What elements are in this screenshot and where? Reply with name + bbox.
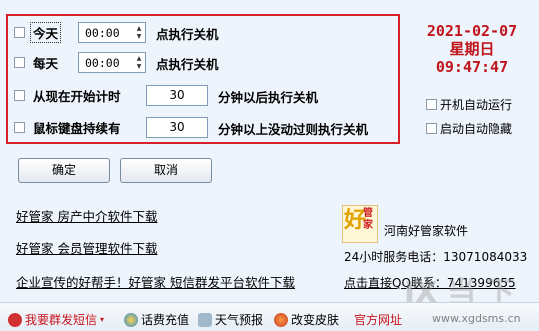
realestate-link[interactable]: 好管家 房产中介软件下载 (16, 206, 157, 225)
row-daily: 每天 (14, 51, 58, 73)
clock-date: 2021-02-07 (426, 22, 518, 40)
change-skin-button[interactable]: 改变皮肤 (274, 311, 339, 328)
dropdown-caret-icon: ▾ (100, 315, 105, 324)
ok-button[interactable]: 确定 (18, 158, 110, 183)
cancel-button[interactable]: 取消 (120, 158, 212, 183)
today-after-label: 点执行关机 (156, 27, 219, 42)
idle-minutes-input[interactable]: 30 (146, 117, 208, 138)
daily-time-value: 00:00 (85, 55, 120, 70)
weather-button[interactable]: 天气预报 (198, 311, 263, 328)
skin-icon (274, 312, 288, 327)
recharge-button[interactable]: 话费充值 (124, 311, 189, 328)
clock-time: 09:47:47 (435, 58, 509, 76)
autostart-option[interactable]: 开机自动运行 (426, 96, 512, 113)
daily-time-spinner[interactable]: 00:00 ▲ ▼ (78, 52, 146, 73)
daily-after-label: 点执行关机 (156, 57, 219, 72)
logo-char-small1: 管 (363, 208, 373, 219)
sms-platform-link[interactable]: 企业宣传的好帮手！好管家 短信群发平台软件下载 (16, 272, 295, 291)
today-checkbox[interactable] (14, 26, 25, 38)
spinner-arrows[interactable]: ▲ ▼ (133, 23, 145, 42)
group-sms-label: 我要群发短信 (25, 313, 98, 327)
row-idle: 鼠标键盘持续有 (14, 116, 121, 138)
idle-label[interactable]: 鼠标键盘持续有 (33, 118, 121, 137)
official-site-label: 官方网址 (354, 313, 403, 327)
today-time-spinner[interactable]: 00:00 ▲ ▼ (78, 22, 146, 43)
today-label[interactable]: 今天 (30, 21, 62, 43)
weather-label: 天气预报 (215, 313, 264, 327)
countdown-checkbox[interactable] (14, 89, 25, 101)
service-phone: 24小时服务电话：13071084033 (344, 250, 528, 264)
recharge-icon (124, 312, 138, 327)
autohide-label: 启动自动隐藏 (440, 122, 513, 136)
daily-label[interactable]: 每天 (33, 53, 58, 72)
idle-checkbox[interactable] (14, 121, 25, 133)
countdown-label[interactable]: 从现在开始计时 (33, 86, 121, 105)
official-site-link[interactable]: 官方网址 (354, 311, 402, 328)
autostart-label: 开机自动运行 (440, 98, 513, 112)
clock-display: 2021-02-07 星期日 09:47:47 (420, 22, 524, 76)
change-skin-label: 改变皮肤 (291, 313, 340, 327)
autohide-option[interactable]: 启动自动隐藏 (426, 120, 512, 137)
weather-icon (198, 312, 212, 327)
sms-icon (8, 312, 22, 327)
member-link[interactable]: 好管家 会员管理软件下载 (16, 238, 157, 257)
autostart-checkbox[interactable] (426, 99, 437, 110)
company-name: 河南好管家软件 (384, 224, 469, 238)
countdown-after-label: 分钟以后执行关机 (218, 90, 319, 105)
today-time-value: 00:00 (85, 25, 120, 40)
logo-char-small2: 家 (363, 220, 373, 231)
watermark-url: www.xgdsms.cn (432, 312, 521, 325)
group-sms-menu[interactable]: 我要群发短信 ▾ (8, 311, 104, 328)
daily-checkbox[interactable] (14, 56, 25, 68)
row-today: 今天 (14, 21, 62, 43)
clock-weekday: 星期日 (449, 40, 495, 58)
spinner-arrows[interactable]: ▲ ▼ (133, 53, 145, 72)
idle-after-label: 分钟以上没动过则执行关机 (218, 122, 369, 137)
autohide-checkbox[interactable] (426, 123, 437, 134)
countdown-minutes-input[interactable]: 30 (146, 85, 208, 106)
row-countdown: 从现在开始计时 (14, 84, 121, 106)
recharge-label: 话费充值 (141, 313, 190, 327)
company-logo: 好 管 家 (342, 205, 378, 243)
